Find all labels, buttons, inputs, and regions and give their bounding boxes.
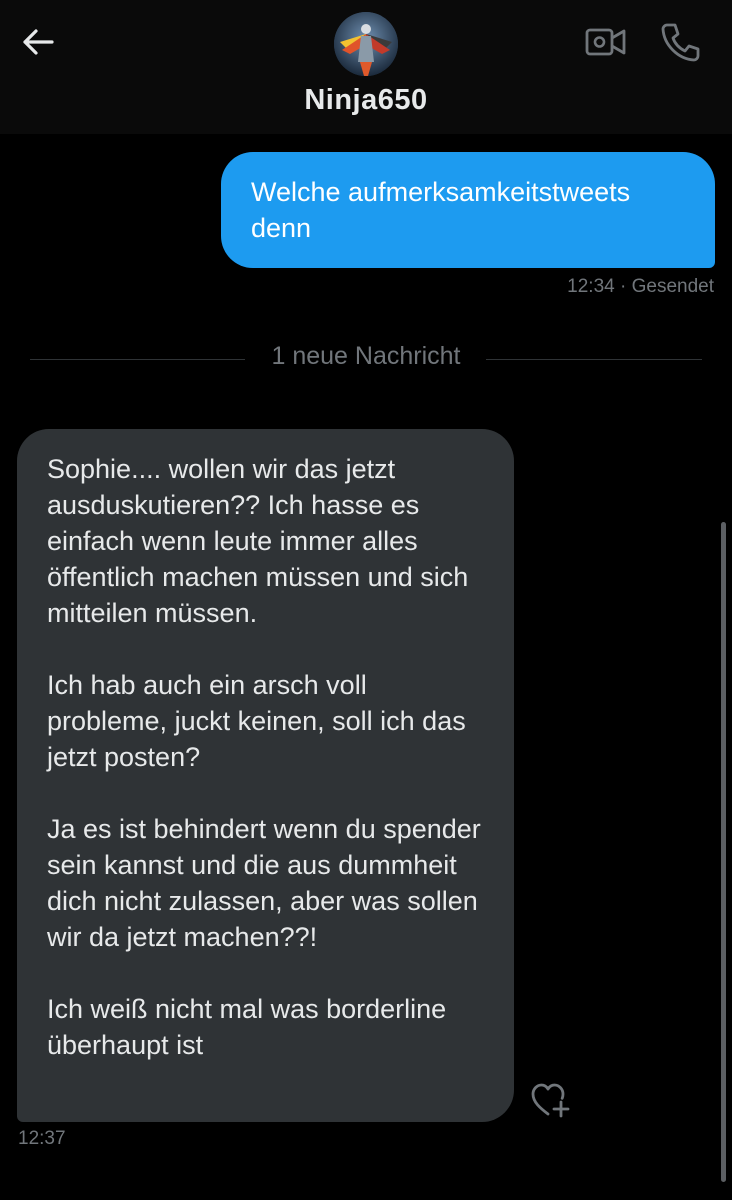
avatar-image [334, 12, 398, 76]
video-call-button[interactable] [584, 22, 628, 62]
sent-message-bubble[interactable]: Welche aufmerksamkeitstweets denn [221, 152, 715, 268]
video-camera-icon [585, 28, 626, 56]
sent-message-time: 12:34 [567, 276, 615, 297]
message-paragraph: Ich hab auch ein arsch voll probleme, ju… [47, 670, 466, 772]
arrow-left-icon [23, 29, 54, 55]
message-paragraph: Ja es ist behindert wenn du spender sein… [47, 814, 481, 952]
received-message-bubble[interactable]: Sophie.... wollen wir das jetzt ausdusku… [17, 429, 514, 1122]
new-messages-divider: 1 neue Nachricht [30, 340, 702, 376]
avatar[interactable] [334, 12, 398, 76]
divider-line-right [486, 359, 702, 360]
message-paragraph: Ich weiß nicht mal was borderline überha… [47, 994, 447, 1060]
back-button[interactable] [18, 22, 58, 62]
scrollbar[interactable] [721, 522, 726, 1182]
received-message-time: 12:37 [18, 1128, 66, 1149]
sent-message-text: Welche aufmerksamkeitstweets denn [251, 177, 631, 243]
sent-message-meta: 12:34 · Gesendet [567, 276, 714, 298]
heart-plus-icon [531, 1083, 570, 1118]
sent-message-status: · Gesendet [620, 276, 714, 297]
phone-icon [661, 23, 700, 62]
conversation-header: Ninja650 [0, 0, 732, 134]
add-reaction-button[interactable] [530, 1082, 572, 1118]
contact-name[interactable]: Ninja650 [0, 84, 732, 117]
voice-call-button[interactable] [658, 20, 702, 64]
new-messages-label: 1 neue Nachricht [271, 342, 461, 370]
message-paragraph: Sophie.... wollen wir das jetzt ausdusku… [47, 454, 469, 628]
